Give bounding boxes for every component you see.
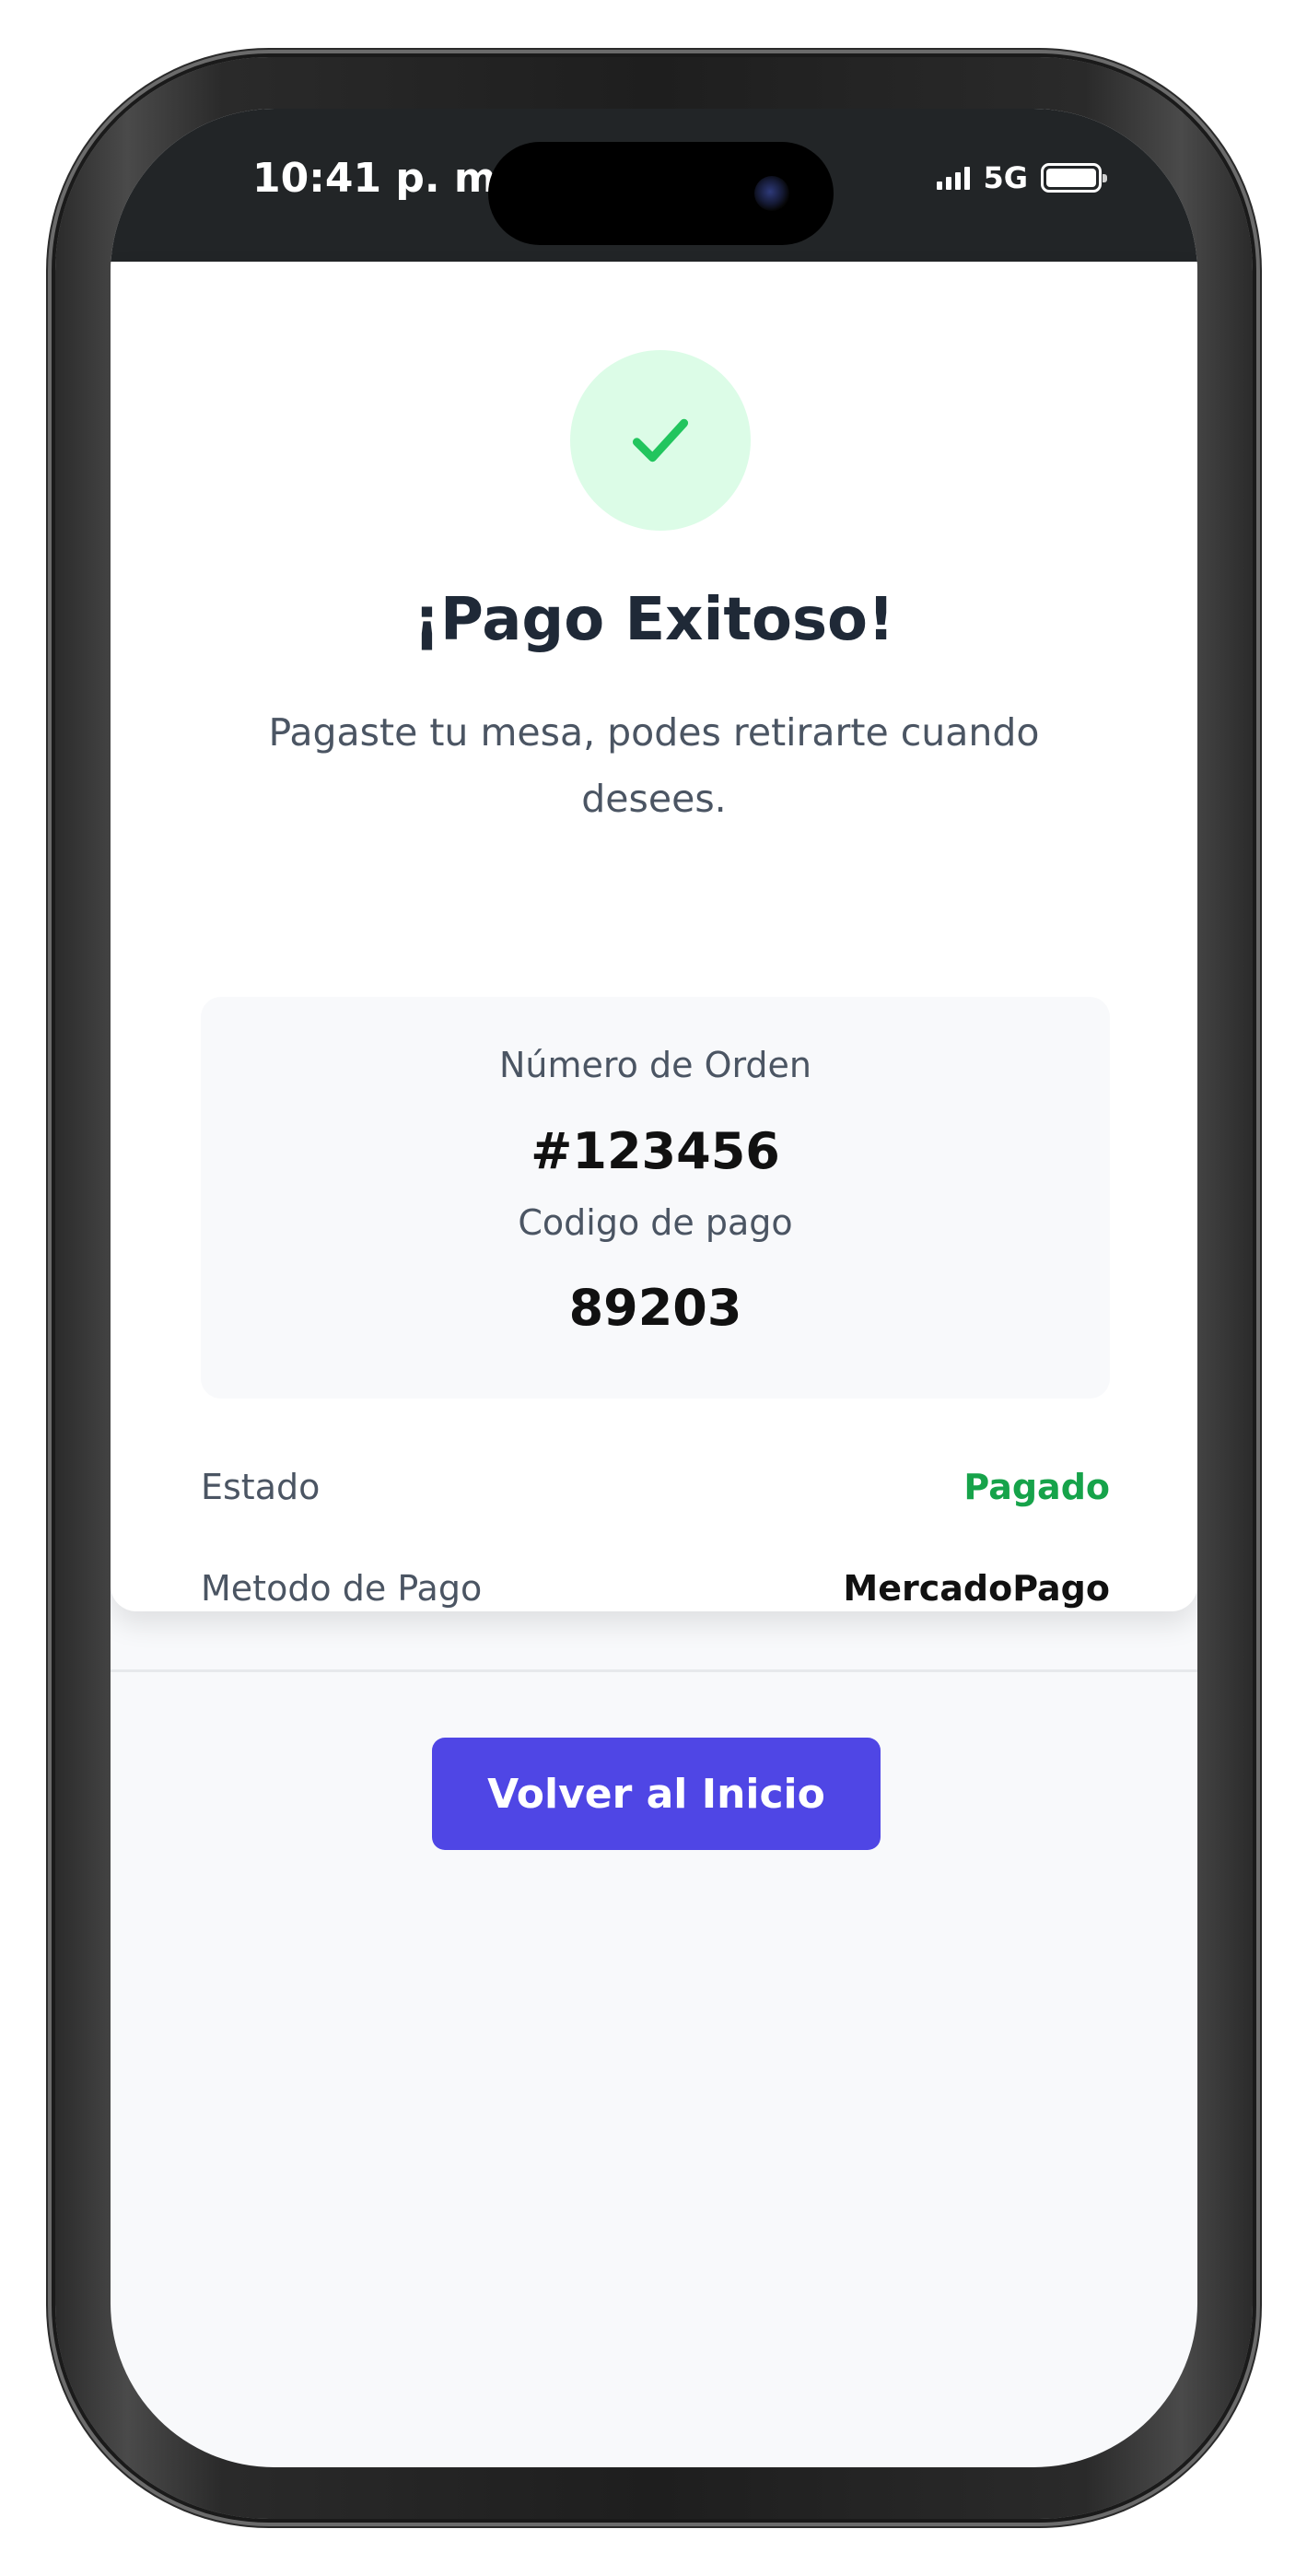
status-time: 10:41 p. m. <box>252 155 512 202</box>
status-indicators: 5G <box>937 160 1107 195</box>
payment-method-value: MercadoPago <box>843 1568 1110 1609</box>
status-label: Estado <box>201 1467 321 1507</box>
checkmark-icon <box>632 418 689 463</box>
status-bar: 10:41 p. m. 5G <box>111 109 1197 262</box>
order-number-label: Número de Orden <box>498 1045 812 1085</box>
payment-code-value: 89203 <box>568 1279 742 1337</box>
signal-icon <box>937 166 971 190</box>
device-mockup: 10:41 p. m. 5G ¡Pago Exitoso! Pagaste tu… <box>0 0 1307 2576</box>
payment-code-label: Codigo de pago <box>518 1202 793 1243</box>
page-subtitle: Pagaste tu mesa, podes retirarte cuando … <box>268 710 1040 821</box>
camera-lens-icon <box>754 176 789 211</box>
network-label: 5G <box>983 160 1028 195</box>
order-summary-box: Número de Orden #123456 Codigo de pago 8… <box>201 997 1110 1399</box>
status-badge: Pagado <box>963 1467 1110 1507</box>
divider <box>111 1669 1197 1672</box>
payment-success-card: ¡Pago Exitoso! Pagaste tu mesa, podes re… <box>111 262 1197 1611</box>
payment-method-label: Metodo de Pago <box>201 1568 483 1609</box>
battery-icon <box>1041 163 1107 193</box>
dynamic-island <box>488 142 834 245</box>
status-row: Estado Pagado <box>201 1467 1110 1507</box>
payment-method-row: Metodo de Pago MercadoPago <box>201 1568 1110 1609</box>
page-title: ¡Pago Exitoso! <box>413 586 895 654</box>
back-to-home-button[interactable]: Volver al Inicio <box>432 1738 881 1850</box>
success-badge <box>570 350 751 531</box>
phone-screen: 10:41 p. m. 5G ¡Pago Exitoso! Pagaste tu… <box>111 109 1197 2467</box>
order-number-value: #123456 <box>531 1122 780 1180</box>
